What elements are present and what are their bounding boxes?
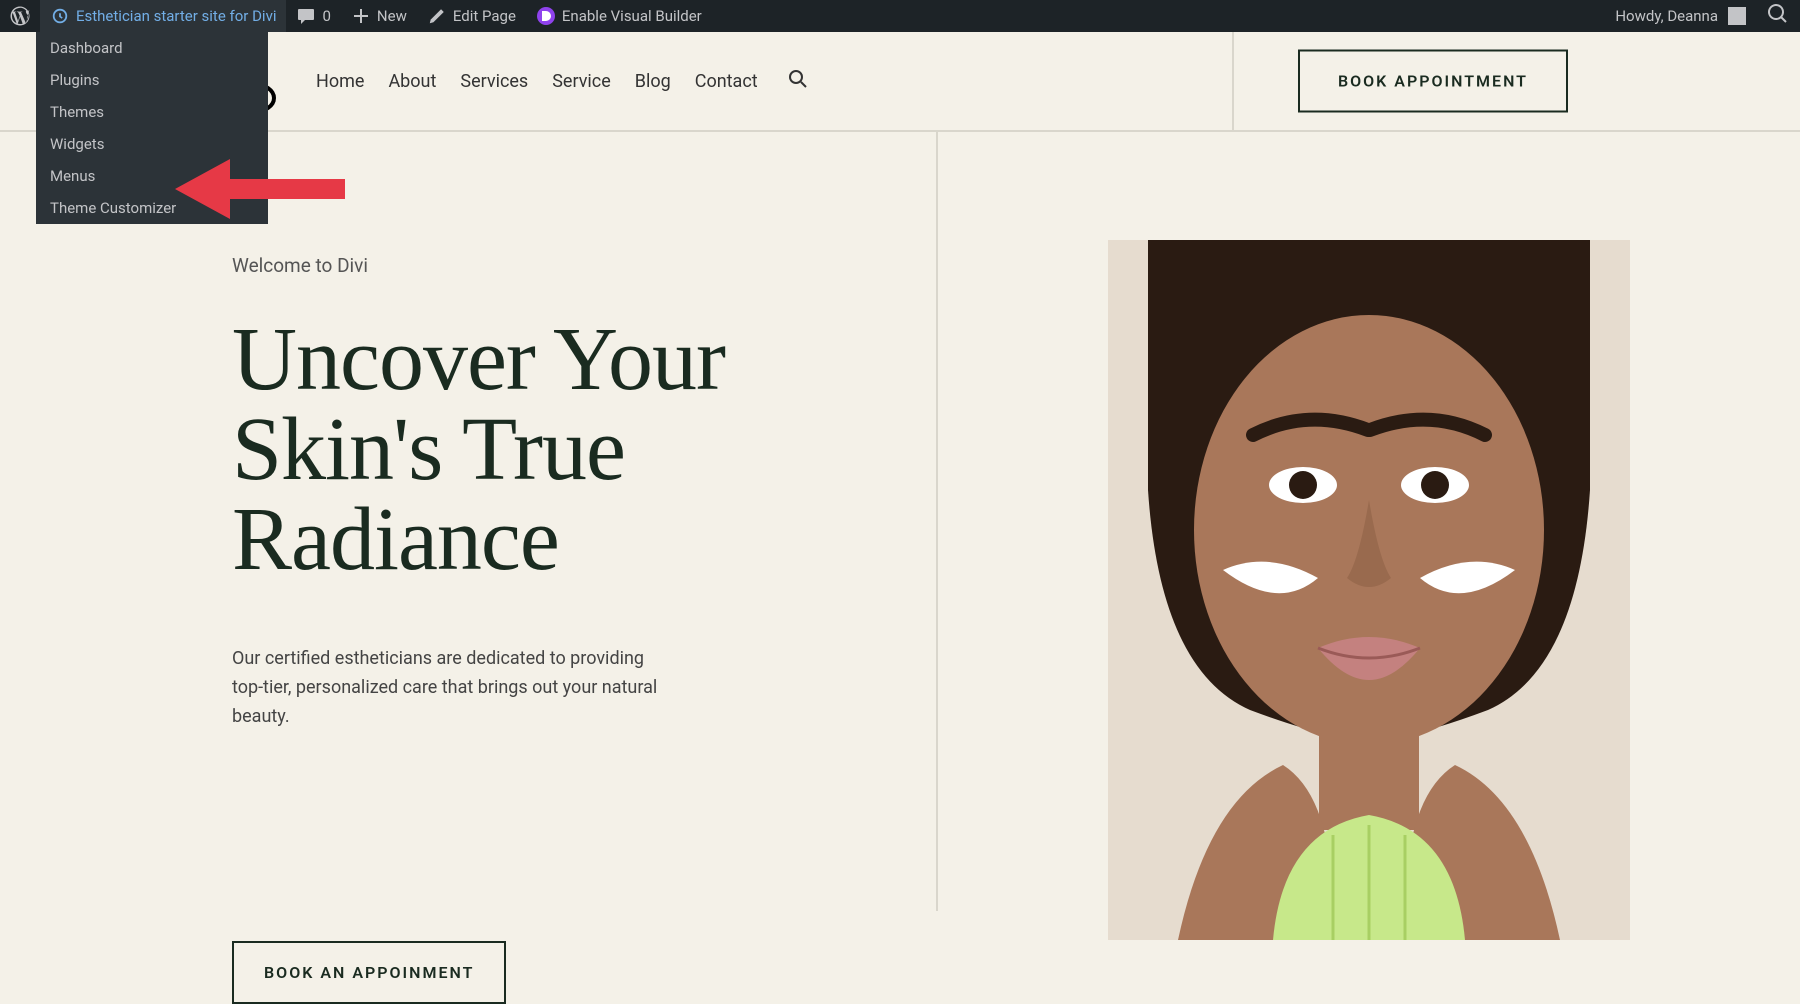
divi-icon <box>536 6 556 26</box>
hero-description: Our certified estheticians are dedicated… <box>232 645 672 731</box>
book-appointment-button[interactable]: BOOK APPOINTMENT <box>1298 50 1568 113</box>
nav-services[interactable]: Services <box>460 71 528 92</box>
header-divider <box>1232 32 1234 130</box>
nav-service[interactable]: Service <box>552 71 611 92</box>
comment-icon <box>296 6 316 26</box>
comments-count: 0 <box>322 7 330 25</box>
nav-contact[interactable]: Contact <box>695 71 758 92</box>
search-icon <box>788 69 808 89</box>
dropdown-themes[interactable]: Themes <box>36 96 268 128</box>
wp-admin-bar: Esthetician starter site for Divi 0 New … <box>0 0 1800 32</box>
visual-builder-menu[interactable]: Enable Visual Builder <box>526 0 712 32</box>
site-header: Home About Services Service Blog Contact… <box>0 32 1800 132</box>
dropdown-theme-customizer[interactable]: Theme Customizer <box>36 192 268 224</box>
dropdown-plugins[interactable]: Plugins <box>36 64 268 96</box>
nav-about[interactable]: About <box>388 71 436 92</box>
site-name-dropdown: Dashboard Plugins Themes Widgets Menus T… <box>36 32 268 224</box>
nav-home[interactable]: Home <box>316 71 364 92</box>
wp-logo-menu[interactable] <box>0 0 40 32</box>
hero-cta-button[interactable]: BOOK AN APPOINMENT <box>232 941 506 1004</box>
nav-search-button[interactable] <box>788 69 808 94</box>
hero-section: Welcome to Divi Uncover Your Skin's True… <box>0 132 1800 911</box>
edit-page-label: Edit Page <box>453 7 516 25</box>
howdy-label: Howdy, Deanna <box>1615 7 1718 25</box>
pencil-icon <box>427 6 447 26</box>
hero-image <box>1108 240 1630 940</box>
hero-title: Uncover Your Skin's True Radiance <box>232 315 836 585</box>
search-icon <box>1768 4 1788 28</box>
edit-page-menu[interactable]: Edit Page <box>417 0 526 32</box>
dropdown-dashboard[interactable]: Dashboard <box>36 32 268 64</box>
site-name-label: Esthetician starter site for Divi <box>76 7 276 25</box>
dashboard-icon <box>50 6 70 26</box>
site-name-menu[interactable]: Esthetician starter site for Divi <box>40 0 286 32</box>
wordpress-icon <box>10 6 30 26</box>
new-content-menu[interactable]: New <box>341 0 417 32</box>
hero-welcome: Welcome to Divi <box>232 254 836 277</box>
visual-builder-label: Enable Visual Builder <box>562 7 702 25</box>
comments-menu[interactable]: 0 <box>286 0 340 32</box>
dropdown-menus[interactable]: Menus <box>36 160 268 192</box>
my-account-menu[interactable]: Howdy, Deanna <box>1605 0 1756 32</box>
avatar <box>1728 7 1746 25</box>
adminbar-search[interactable] <box>1756 0 1800 32</box>
nav-blog[interactable]: Blog <box>635 71 671 92</box>
main-nav: Home About Services Service Blog Contact <box>316 69 808 94</box>
plus-icon <box>351 6 371 26</box>
dropdown-widgets[interactable]: Widgets <box>36 128 268 160</box>
new-label: New <box>377 7 407 25</box>
